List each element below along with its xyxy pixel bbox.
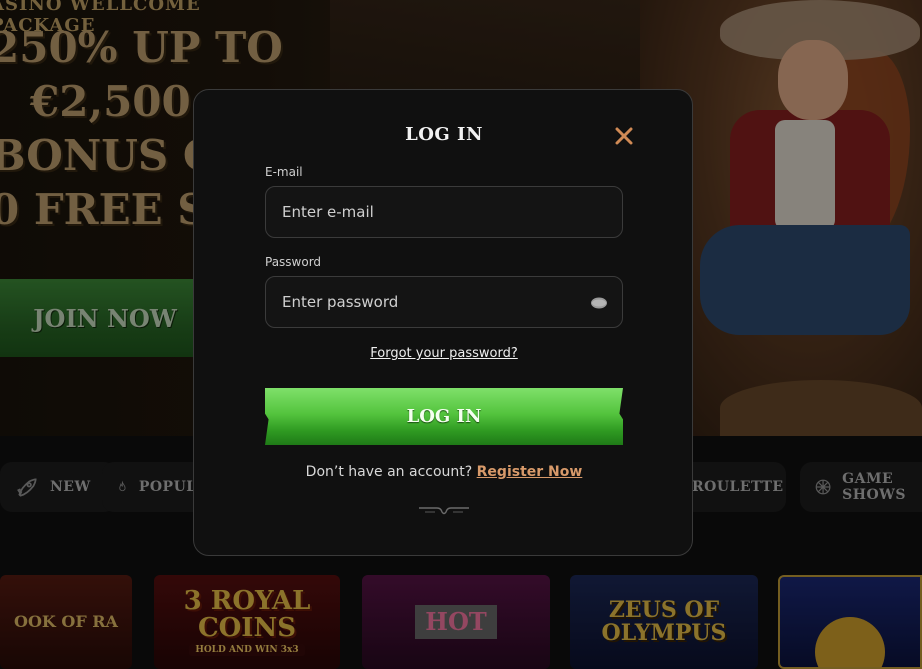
close-icon <box>615 127 633 145</box>
password-field[interactable] <box>265 276 623 328</box>
eye-icon <box>591 297 607 309</box>
forgot-password-link[interactable]: Forgot your password? <box>194 346 694 361</box>
login-submit-button[interactable]: LOG IN <box>265 388 623 445</box>
show-password-toggle[interactable] <box>590 295 608 309</box>
login-modal: LOG IN E-mail Password Forgot your passw… <box>193 89 693 556</box>
register-prompt: Don’t have an account? Register Now <box>194 464 694 480</box>
register-now-link[interactable]: Register Now <box>477 464 583 480</box>
email-label: E-mail <box>265 165 303 179</box>
ornament-divider-icon <box>419 507 469 515</box>
no-account-text: Don’t have an account? <box>305 464 473 480</box>
password-label: Password <box>265 255 322 269</box>
close-button[interactable] <box>612 124 636 148</box>
email-field[interactable] <box>265 186 623 238</box>
